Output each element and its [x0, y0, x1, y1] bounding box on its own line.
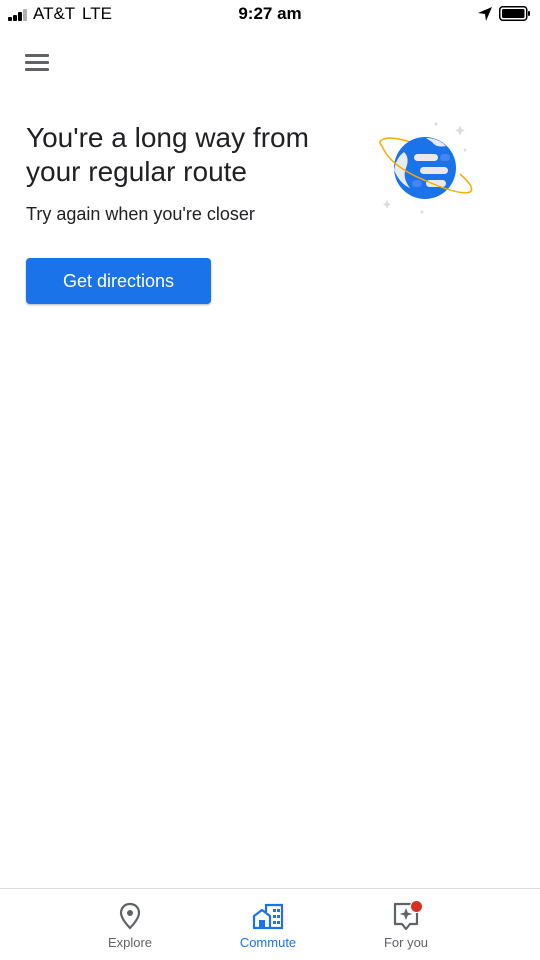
nav-label-for-you: For you [383, 935, 429, 950]
nav-tab-for-you[interactable]: For you [346, 889, 466, 960]
get-directions-button[interactable]: Get directions [26, 258, 211, 304]
status-time: 9:27 am [238, 4, 302, 23]
notification-badge [410, 900, 423, 913]
nav-label-explore: Explore [107, 935, 153, 950]
commute-buildings-icon [252, 903, 284, 930]
nav-tab-commute[interactable]: Commute [208, 889, 328, 960]
location-pin-icon [119, 902, 141, 930]
subtitle-text: Try again when you're closer [26, 204, 255, 224]
location-arrow-icon [478, 7, 492, 21]
battery-icon [499, 6, 530, 21]
nav-label-commute: Commute [239, 935, 297, 950]
page-title: You're a long way from your regular rout… [26, 122, 309, 187]
bottom-navigation: Explore Commute For you [0, 888, 540, 960]
status-bar: AT&T LTE 9:27 am [0, 0, 540, 28]
planet-illustration-icon [379, 122, 473, 214]
commute-screen: AT&T LTE 9:27 am You're a long way from … [0, 0, 540, 960]
menu-button[interactable] [20, 48, 54, 78]
nav-tab-explore[interactable]: Explore [70, 889, 190, 960]
